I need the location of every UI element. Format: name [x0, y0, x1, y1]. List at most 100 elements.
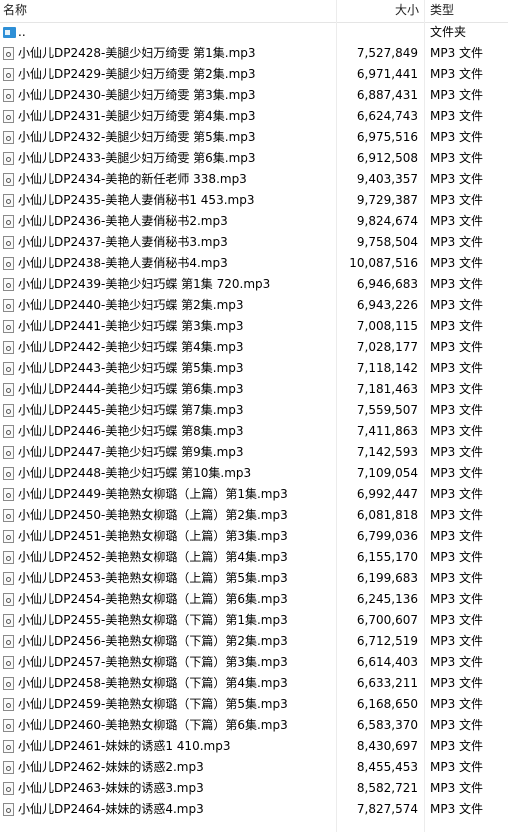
file-name: 小仙儿DP2445-美艳少妇巧蝶 第7集.mp3 — [18, 403, 244, 417]
file-type: MP3 文件 — [430, 235, 484, 249]
file-type: MP3 文件 — [430, 193, 484, 207]
file-row[interactable]: 小仙儿DP2443-美艳少妇巧蝶 第5集.mp3 7,118,142 MP3 文件 — [0, 358, 508, 379]
file-name: .. — [18, 25, 26, 39]
audio-file-icon — [3, 341, 14, 354]
file-size: 7,181,463 — [356, 382, 418, 396]
file-size: 6,887,431 — [356, 88, 418, 102]
file-row[interactable]: 小仙儿DP2432-美腿少妇万绮雯 第5集.mp3 6,975,516 MP3 文件 — [0, 127, 508, 148]
file-row[interactable]: 小仙儿DP2436-美艳人妻俏秘书2.mp3 9,824,674 MP3 文件 — [0, 211, 508, 232]
file-row[interactable]: 小仙儿DP2460-美艳熟女柳璐（下篇）第6集.mp3 6,583,370 MP3 … — [0, 715, 508, 736]
file-row[interactable]: 小仙儿DP2455-美艳熟女柳璐（下篇）第1集.mp3 6,700,607 MP3 … — [0, 610, 508, 631]
file-row[interactable]: 小仙儿DP2444-美艳少妇巧蝶 第6集.mp3 7,181,463 MP3 文件 — [0, 379, 508, 400]
file-size: 6,583,370 — [356, 718, 418, 732]
file-name: 小仙儿DP2450-美艳熟女柳璐（上篇）第2集.mp3 — [18, 508, 288, 522]
audio-file-icon — [3, 719, 14, 732]
file-row[interactable]: 小仙儿DP2449-美艳熟女柳璐（上篇）第1集.mp3 6,992,447 MP3 … — [0, 484, 508, 505]
file-size: 6,081,818 — [356, 508, 418, 522]
file-name: 小仙儿DP2430-美腿少妇万绮雯 第3集.mp3 — [18, 88, 256, 102]
audio-file-icon — [3, 89, 14, 102]
audio-file-icon — [3, 362, 14, 375]
file-size: 6,245,136 — [356, 592, 418, 606]
file-row[interactable]: 小仙儿DP2430-美腿少妇万绮雯 第3集.mp3 6,887,431 MP3 文件 — [0, 85, 508, 106]
audio-file-icon — [3, 131, 14, 144]
audio-file-icon — [3, 278, 14, 291]
audio-file-icon — [3, 488, 14, 501]
file-type: MP3 文件 — [430, 676, 484, 690]
file-type: MP3 文件 — [430, 361, 484, 375]
file-name: 小仙儿DP2458-美艳熟女柳璐（下篇）第4集.mp3 — [18, 676, 288, 690]
file-row[interactable]: 小仙儿DP2453-美艳熟女柳璐（上篇）第5集.mp3 6,199,683 MP3 … — [0, 568, 508, 589]
file-name: 小仙儿DP2429-美腿少妇万绮雯 第2集.mp3 — [18, 67, 256, 81]
file-size: 6,799,036 — [356, 529, 418, 543]
file-size: 7,118,142 — [356, 361, 418, 375]
file-row[interactable]: 小仙儿DP2435-美艳人妻俏秘书1 453.mp3 9,729,387 MP3 文… — [0, 190, 508, 211]
file-type: MP3 文件 — [430, 550, 484, 564]
file-row[interactable]: 小仙儿DP2433-美腿少妇万绮雯 第6集.mp3 6,912,508 MP3 文件 — [0, 148, 508, 169]
file-size: 6,168,650 — [356, 697, 418, 711]
file-row[interactable]: 小仙儿DP2451-美艳熟女柳璐（上篇）第3集.mp3 6,799,036 MP3 … — [0, 526, 508, 547]
column-header-size[interactable]: 大小 — [337, 0, 423, 22]
file-row[interactable]: 小仙儿DP2458-美艳熟女柳璐（下篇）第4集.mp3 6,633,211 MP3 … — [0, 673, 508, 694]
file-name: 小仙儿DP2434-美艳的新任老师 338.mp3 — [18, 172, 247, 186]
file-name: 小仙儿DP2462-妹妹的诱惑2.mp3 — [18, 760, 204, 774]
file-size: 6,943,226 — [356, 298, 418, 312]
audio-file-icon — [3, 173, 14, 186]
file-name: 小仙儿DP2433-美腿少妇万绮雯 第6集.mp3 — [18, 151, 256, 165]
file-name: 小仙儿DP2438-美艳人妻俏秘书4.mp3 — [18, 256, 228, 270]
file-type: MP3 文件 — [430, 277, 484, 291]
file-row[interactable]: 小仙儿DP2439-美艳少妇巧蝶 第1集 720.mp3 6,946,683 MP3… — [0, 274, 508, 295]
file-type: MP3 文件 — [430, 613, 484, 627]
file-row[interactable]: 小仙儿DP2464-妹妹的诱惑4.mp3 7,827,574 MP3 文件 — [0, 799, 508, 820]
file-row[interactable]: 小仙儿DP2429-美腿少妇万绮雯 第2集.mp3 6,971,441 MP3 文件 — [0, 64, 508, 85]
file-size: 6,614,403 — [356, 655, 418, 669]
file-name: 小仙儿DP2448-美艳少妇巧蝶 第10集.mp3 — [18, 466, 252, 480]
file-row[interactable]: 小仙儿DP2461-妹妹的诱惑1 410.mp3 8,430,697 MP3 文件 — [0, 736, 508, 757]
file-row[interactable]: 小仙儿DP2459-美艳熟女柳璐（下篇）第5集.mp3 6,168,650 MP3 … — [0, 694, 508, 715]
file-row[interactable]: 小仙儿DP2457-美艳熟女柳璐（下篇）第3集.mp3 6,614,403 MP3 … — [0, 652, 508, 673]
file-row[interactable]: 小仙儿DP2434-美艳的新任老师 338.mp3 9,403,357 MP3 文件 — [0, 169, 508, 190]
audio-file-icon — [3, 236, 14, 249]
file-size: 10,087,516 — [349, 256, 418, 270]
file-name: 小仙儿DP2456-美艳熟女柳璐（下篇）第2集.mp3 — [18, 634, 288, 648]
file-row[interactable]: 小仙儿DP2448-美艳少妇巧蝶 第10集.mp3 7,109,054 MP3 文件 — [0, 463, 508, 484]
file-row[interactable]: 小仙儿DP2440-美艳少妇巧蝶 第2集.mp3 6,943,226 MP3 文件 — [0, 295, 508, 316]
audio-file-icon — [3, 614, 14, 627]
file-row[interactable]: 小仙儿DP2445-美艳少妇巧蝶 第7集.mp3 7,559,507 MP3 文件 — [0, 400, 508, 421]
file-row[interactable]: 小仙儿DP2446-美艳少妇巧蝶 第8集.mp3 7,411,863 MP3 文件 — [0, 421, 508, 442]
file-type: MP3 文件 — [430, 571, 484, 585]
file-row[interactable]: 小仙儿DP2454-美艳熟女柳璐（上篇）第6集.mp3 6,245,136 MP3 … — [0, 589, 508, 610]
file-row[interactable]: 小仙儿DP2452-美艳熟女柳璐（上篇）第4集.mp3 6,155,170 MP3 … — [0, 547, 508, 568]
file-name: 小仙儿DP2435-美艳人妻俏秘书1 453.mp3 — [18, 193, 255, 207]
file-row[interactable]: 小仙儿DP2442-美艳少妇巧蝶 第4集.mp3 7,028,177 MP3 文件 — [0, 337, 508, 358]
audio-file-icon — [3, 383, 14, 396]
file-row[interactable]: 小仙儿DP2437-美艳人妻俏秘书3.mp3 9,758,504 MP3 文件 — [0, 232, 508, 253]
file-row[interactable]: 小仙儿DP2447-美艳少妇巧蝶 第9集.mp3 7,142,593 MP3 文件 — [0, 442, 508, 463]
file-name: 小仙儿DP2437-美艳人妻俏秘书3.mp3 — [18, 235, 228, 249]
file-row[interactable]: 小仙儿DP2438-美艳人妻俏秘书4.mp3 10,087,516 MP3 文件 — [0, 253, 508, 274]
parent-folder-row[interactable]: .. 文件夹 — [0, 22, 508, 43]
file-row[interactable]: 小仙儿DP2450-美艳熟女柳璐（上篇）第2集.mp3 6,081,818 MP3 … — [0, 505, 508, 526]
file-type: MP3 文件 — [430, 130, 484, 144]
file-name: 小仙儿DP2431-美腿少妇万绮雯 第4集.mp3 — [18, 109, 256, 123]
file-row[interactable]: 小仙儿DP2428-美腿少妇万绮雯 第1集.mp3 7,527,849 MP3 文件 — [0, 43, 508, 64]
file-size: 7,008,115 — [356, 319, 418, 333]
file-size: 6,975,516 — [356, 130, 418, 144]
audio-file-icon — [3, 320, 14, 333]
file-type: MP3 文件 — [430, 802, 484, 816]
audio-file-icon — [3, 47, 14, 60]
file-name: 小仙儿DP2442-美艳少妇巧蝶 第4集.mp3 — [18, 340, 244, 354]
file-row[interactable]: 小仙儿DP2431-美腿少妇万绮雯 第4集.mp3 6,624,743 MP3 文件 — [0, 106, 508, 127]
file-row[interactable]: 小仙儿DP2456-美艳熟女柳璐（下篇）第2集.mp3 6,712,519 MP3 … — [0, 631, 508, 652]
file-size: 9,824,674 — [356, 214, 418, 228]
file-name: 小仙儿DP2459-美艳熟女柳璐（下篇）第5集.mp3 — [18, 697, 288, 711]
file-size: 8,430,697 — [356, 739, 418, 753]
file-row[interactable]: 小仙儿DP2441-美艳少妇巧蝶 第3集.mp3 7,008,115 MP3 文件 — [0, 316, 508, 337]
file-row[interactable]: 小仙儿DP2463-妹妹的诱惑3.mp3 8,582,721 MP3 文件 — [0, 778, 508, 799]
file-type: MP3 文件 — [430, 718, 484, 732]
audio-file-icon — [3, 152, 14, 165]
file-type: MP3 文件 — [430, 109, 484, 123]
audio-file-icon — [3, 446, 14, 459]
file-row[interactable]: 小仙儿DP2462-妹妹的诱惑2.mp3 8,455,453 MP3 文件 — [0, 757, 508, 778]
file-size: 6,946,683 — [356, 277, 418, 291]
column-header-type[interactable]: 类型 — [426, 0, 508, 22]
